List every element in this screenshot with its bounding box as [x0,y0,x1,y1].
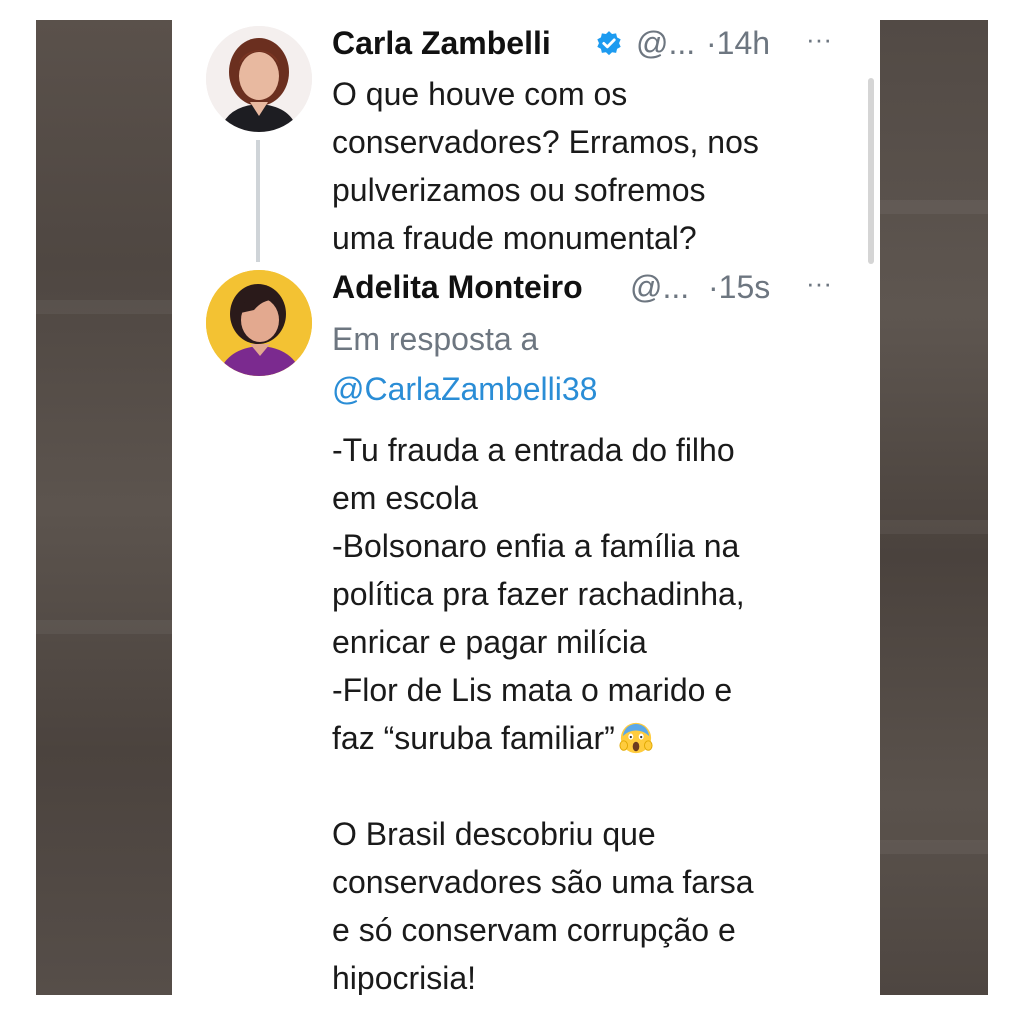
background-stripe [36,620,172,634]
tweet2-line-with-emoji: faz “suruba familiar” [332,714,754,762]
tweet2-line: em escola [332,480,478,516]
bottom-crop-mask [172,995,880,1011]
tweet2-line: -Flor de Lis mata o marido e [332,672,733,708]
background-stripe [880,520,988,534]
reply-to-handle-link[interactable]: @CarlaZambelli38 [332,366,597,413]
tweet2-line: -Bolsonaro enfia a família na [332,528,740,564]
tweet2-text: -Tu frauda a entrada do filho em escola … [332,426,754,1002]
tweet1-line: O que houve com os [332,76,628,112]
tweet2-line: faz “suruba familiar” [332,720,615,756]
avatar-adelita-monteiro[interactable] [206,270,312,376]
tweet2-line: conservadores são uma farsa [332,864,754,900]
verified-badge-icon [597,31,621,56]
tweet2-handle[interactable]: @... [630,264,689,311]
tweet1-timestamp[interactable]: ·14h [706,20,770,67]
avatar-carla-zambelli[interactable] [206,26,312,132]
screenshot-frame: Carla Zambelli @... ·14h ··· O que houve… [0,0,1024,1011]
tweet1-handle[interactable]: @... [636,20,695,67]
tweet1-line: uma fraude monumental? [332,220,697,256]
tweet2-line [332,762,754,810]
tweet2-line: e só conservam corrupção e [332,912,736,948]
background-left [36,20,172,995]
tweet2-line: política pra fazer rachadinha, [332,576,745,612]
thread-connector-line [256,140,260,262]
scrollbar[interactable] [868,78,874,264]
tweet2-more-button[interactable]: ··· [806,260,832,307]
tweet2-line: O Brasil descobriu que [332,816,656,852]
tweet1-line: pulverizamos ou sofremos [332,172,706,208]
tweet1-line: conservadores? Erramos, nos [332,124,759,160]
tweet2-author-name[interactable]: Adelita Monteiro [332,264,583,311]
background-stripe [880,200,988,214]
background-stripe [880,840,988,854]
tweet2-line: -Tu frauda a entrada do filho [332,432,735,468]
tweet2-line: enricar e pagar milícia [332,624,647,660]
background-stripe [36,300,172,314]
tweet1-text: O que houve com os conservadores? Erramo… [332,70,759,262]
avatar-image [206,26,312,132]
tweet1-author-name[interactable]: Carla Zambelli [332,20,551,67]
tweet1-more-button[interactable]: ··· [806,16,832,63]
screaming-face-emoji [619,722,653,754]
reply-to-label: Em resposta a [332,321,539,357]
tweet2-timestamp[interactable]: ·15s [708,264,770,311]
avatar-image [206,270,312,376]
